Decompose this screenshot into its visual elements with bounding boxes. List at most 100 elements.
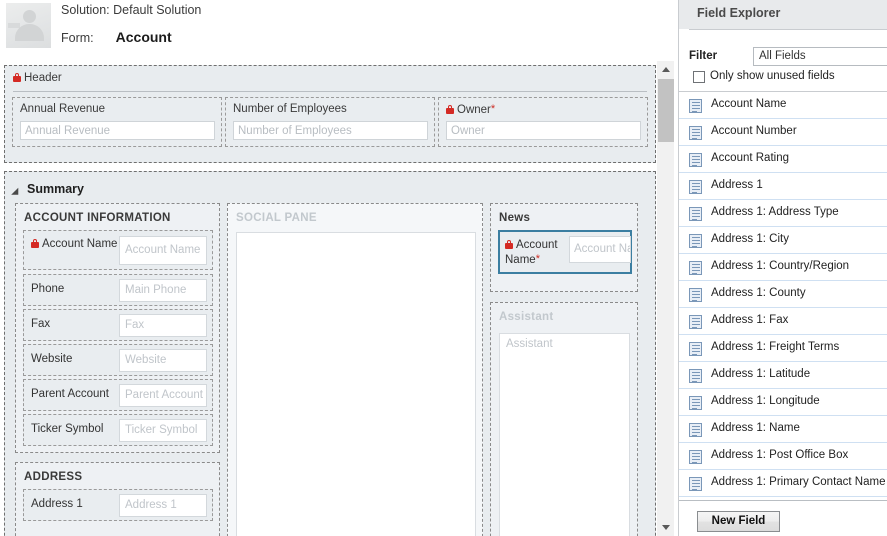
field-list-item-label: Address 1: Address Type	[711, 206, 839, 218]
footer-divider	[679, 500, 887, 501]
field-list-item[interactable]: Address 1: Address Type	[679, 200, 887, 227]
field-input[interactable]: Main Phone	[119, 279, 207, 302]
field-list-item-label: Account Name	[711, 98, 787, 110]
field-list-item-label: Address 1: Name	[711, 422, 800, 434]
field-label: Website	[31, 353, 73, 365]
field-document-icon	[689, 288, 702, 302]
field-input[interactable]: Number of Employees	[233, 121, 428, 140]
field-list-item[interactable]: Address 1: Name	[679, 416, 887, 443]
scroll-up-arrow-icon[interactable]	[657, 61, 675, 78]
field-label: Ticker Symbol	[31, 423, 104, 435]
account-information-group[interactable]: ACCOUNT INFORMATION Account Name * Accou…	[15, 203, 220, 453]
field-row-news-account-name-selected[interactable]: Account Name* Account Name	[498, 230, 632, 274]
field-list-item-label: Account Rating	[711, 152, 789, 164]
field-row-account-name[interactable]: Account Name * Account Name	[23, 230, 213, 270]
filter-label: Filter	[689, 50, 718, 62]
field-list-item[interactable]: Address 1	[679, 173, 887, 200]
field-document-icon	[689, 315, 702, 329]
filter-select[interactable]: All Fields	[753, 47, 887, 66]
field-list-item-label: Address 1: Latitude	[711, 368, 811, 380]
field-row-parent-account[interactable]: Parent Account Parent Account	[23, 379, 213, 411]
field-explorer-panel: Field Explorer Filter All Fields Only sh…	[678, 0, 887, 536]
field-label: Annual Revenue	[20, 103, 106, 115]
field-list-item[interactable]: Address 1: County	[679, 281, 887, 308]
field-document-icon	[689, 369, 702, 383]
field-label: Account Name*	[505, 239, 558, 266]
field-list-item[interactable]: Address 1: Post Office Box	[679, 443, 887, 470]
field-input[interactable]: Ticker Symbol	[119, 419, 207, 442]
only-unused-checkbox[interactable]	[693, 71, 705, 83]
field-row-address-1[interactable]: Address 1 Address 1	[23, 489, 213, 521]
required-asterisk: *	[490, 103, 496, 115]
field-input[interactable]: Address 1	[119, 494, 207, 517]
field-list[interactable]: Account Name Account Number Account Rating…	[679, 92, 887, 498]
field-label: Phone	[31, 283, 65, 295]
field-document-icon	[689, 207, 702, 221]
field-document-icon	[689, 234, 702, 248]
field-document-icon	[689, 153, 702, 167]
lock-icon	[505, 240, 513, 250]
field-row-website[interactable]: Website Website	[23, 344, 213, 376]
field-input[interactable]: Annual Revenue	[20, 121, 215, 140]
field-list-item-label: Address 1: Longitude	[711, 395, 820, 407]
field-list-item-label: Address 1: County	[711, 287, 806, 299]
field-label: Owner*	[446, 103, 495, 116]
news-group[interactable]: News Account Name* Account Name	[490, 203, 638, 292]
assistant-group[interactable]: Assistant Assistant	[490, 302, 638, 536]
required-asterisk: *	[535, 253, 540, 265]
field-list-item-label: Address 1: Fax	[711, 314, 789, 326]
lock-icon	[31, 239, 39, 249]
field-document-icon	[689, 450, 702, 464]
form-canvas[interactable]: Header Annual Revenue Annual Revenue Num…	[0, 61, 678, 536]
field-list-item[interactable]: Account Number	[679, 119, 887, 146]
field-row-ticker-symbol[interactable]: Ticker Symbol Ticker Symbol	[23, 414, 213, 446]
field-list-item[interactable]: Account Rating	[679, 146, 887, 173]
field-list-item-label: Account Number	[711, 125, 797, 137]
scrollbar-thumb[interactable]	[658, 79, 674, 142]
collapse-triangle-icon[interactable]	[11, 187, 22, 199]
header-divider	[13, 91, 647, 92]
scroll-down-arrow-icon[interactable]	[657, 519, 675, 536]
address-group[interactable]: ADDRESS Address 1 Address 1	[15, 462, 220, 536]
field-list-item[interactable]: Address 1: Latitude	[679, 362, 887, 389]
field-document-icon	[689, 477, 702, 491]
designer-titlebar: Solution: Default Solution Form: Account	[0, 0, 678, 61]
field-list-item[interactable]: Address 1: Longitude	[679, 389, 887, 416]
field-list-item[interactable]: Address 1: Country/Region	[679, 254, 887, 281]
field-input[interactable]: Website	[119, 349, 207, 372]
field-row-fax[interactable]: Fax Fax	[23, 309, 213, 341]
field-row-phone[interactable]: Phone Main Phone	[23, 274, 213, 306]
field-input[interactable]: Account Name	[569, 236, 631, 263]
header-section[interactable]: Header Annual Revenue Annual Revenue Num…	[4, 65, 656, 163]
group-title: Assistant	[499, 311, 554, 323]
only-unused-label[interactable]: Only show unused fields	[710, 70, 835, 82]
field-list-item[interactable]: Address 1: Freight Terms	[679, 335, 887, 362]
field-input[interactable]: Fax	[119, 314, 207, 337]
field-input[interactable]: Parent Account	[119, 384, 207, 407]
form-name: Account	[115, 29, 172, 45]
header-field-owner[interactable]: Owner* Owner	[438, 97, 648, 147]
social-pane-group[interactable]: SOCIAL PANE	[227, 203, 483, 536]
header-field-annual-revenue[interactable]: Annual Revenue Annual Revenue	[12, 97, 222, 147]
field-list-item[interactable]: Account Name	[679, 92, 887, 119]
user-avatar-placeholder-icon	[6, 3, 51, 48]
field-document-icon	[689, 126, 702, 140]
lock-icon	[446, 105, 454, 115]
header-field-number-of-employees[interactable]: Number of Employees Number of Employees	[225, 97, 435, 147]
group-title: SOCIAL PANE	[236, 212, 317, 224]
field-input[interactable]: Owner	[446, 121, 641, 140]
field-list-item-label: Address 1: Country/Region	[711, 260, 850, 272]
field-document-icon	[689, 180, 702, 194]
field-input[interactable]: Account Name	[119, 236, 207, 265]
field-list-item-label: Address 1: Post Office Box	[711, 449, 849, 461]
field-list-item[interactable]: Address 1: Fax	[679, 308, 887, 335]
field-list-item[interactable]: Address 1: Primary Contact Name	[679, 470, 887, 497]
new-field-button[interactable]: New Field	[697, 511, 780, 532]
form-editor-window: Solution: Default Solution Form: Account …	[0, 0, 887, 536]
field-label: Account Name *	[31, 236, 125, 251]
summary-section[interactable]: Summary ACCOUNT INFORMATION Account Name…	[4, 171, 656, 536]
field-list-item-label: Address 1: Freight Terms	[711, 341, 840, 353]
field-list-item[interactable]: Address 1: City	[679, 227, 887, 254]
designer-scrollbar[interactable]	[656, 61, 674, 536]
field-document-icon	[689, 261, 702, 275]
